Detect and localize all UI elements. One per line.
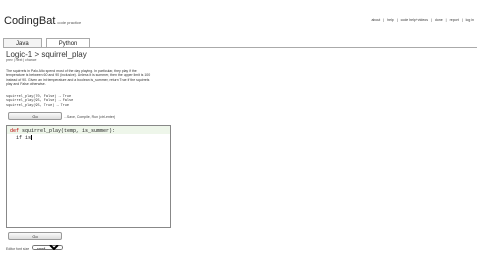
chance-link[interactable]: chance: [25, 58, 36, 62]
code-signature: squirrel_play(temp, is_summer):: [19, 128, 116, 134]
problem-nav: prev | next | chance: [6, 58, 37, 62]
link-separator: |: [430, 18, 432, 22]
link-separator: |: [445, 18, 447, 22]
code-editor[interactable]: def squirrel_play(temp, is_summer): if i…: [6, 125, 171, 228]
code-line-2: if is: [10, 135, 32, 141]
top-links: about | help | code help+videos | done |…: [369, 18, 474, 22]
link-separator: |: [383, 18, 385, 22]
link-separator: |: [461, 18, 463, 22]
go-button-bottom[interactable]: Go: [8, 232, 62, 240]
tab-divider: [3, 47, 477, 48]
problem-description: The squirrels in Palo Alto spend most of…: [6, 69, 151, 86]
font-size-label: Editor font size: [6, 247, 30, 251]
font-size-select[interactable]: small: [32, 245, 64, 250]
link-about[interactable]: about: [371, 18, 380, 22]
codingbat-page: CodingBat code practice about | help | co…: [0, 0, 480, 270]
editor-font-size: Editor font size small: [6, 245, 64, 251]
site-logo[interactable]: CodingBat code practice: [4, 15, 81, 27]
code-keyword: def: [10, 128, 20, 134]
link-done[interactable]: done: [435, 18, 443, 22]
go-note: ...Save, Compile, Run (ctrl-enter): [64, 115, 116, 119]
text-cursor: [31, 135, 33, 140]
example-line: squirrel_play(95, False) → False: [6, 99, 74, 104]
examples: squirrel_play(70, False) → True squirrel…: [6, 95, 73, 108]
code-text[interactable]: def squirrel_play(temp, is_summer): if i…: [10, 128, 115, 142]
example-line: squirrel_play(95, True) → True: [6, 103, 70, 108]
logo-subtitle: code practice: [57, 20, 82, 25]
next-link[interactable]: next: [16, 58, 23, 62]
prev-link[interactable]: prev: [6, 58, 13, 62]
link-code-help[interactable]: code help+videos: [401, 18, 428, 22]
link-log-in[interactable]: log in: [466, 18, 474, 22]
link-report[interactable]: report: [450, 18, 459, 22]
logo-text[interactable]: CodingBat: [4, 15, 55, 27]
link-help[interactable]: help: [387, 18, 394, 22]
link-separator: |: [396, 18, 398, 22]
go-button-top[interactable]: Go: [8, 112, 62, 120]
